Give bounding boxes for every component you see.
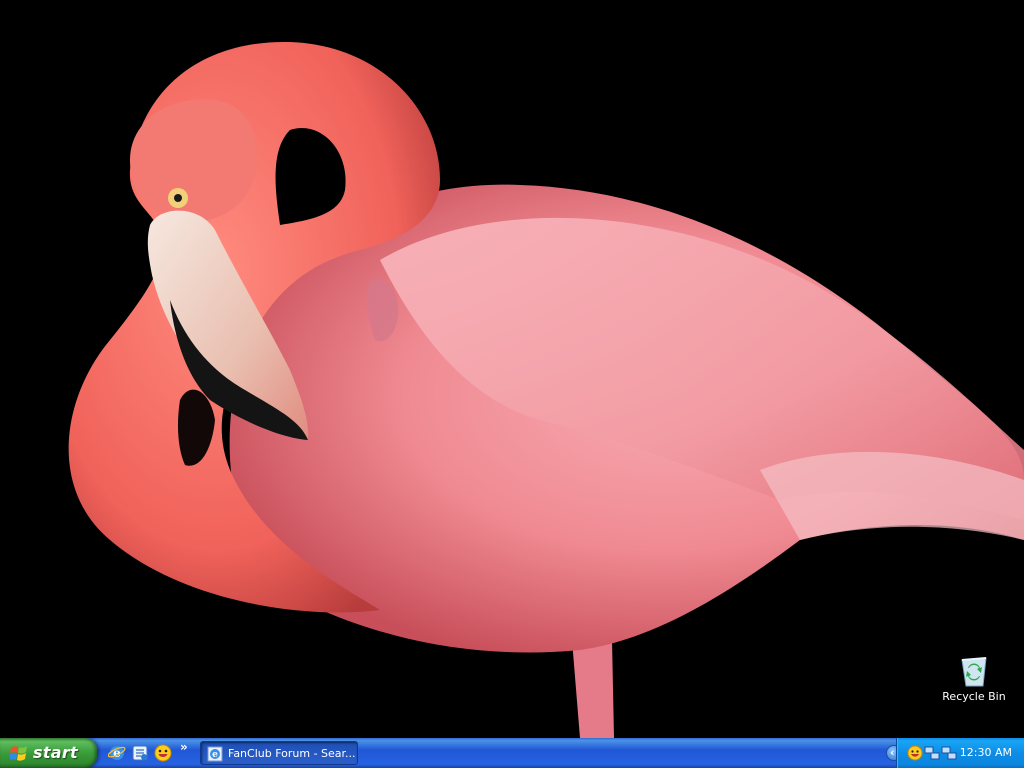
- recycle-bin-icon: [961, 657, 987, 687]
- messenger-smiley-icon[interactable]: [907, 745, 923, 761]
- network-connection-icon[interactable]: [924, 745, 940, 761]
- messenger-smiley-icon[interactable]: [154, 744, 172, 762]
- desktop[interactable]: Recycle Bin: [0, 0, 1024, 738]
- network-connection-icon[interactable]: [941, 745, 957, 761]
- quick-launch-more-button[interactable]: »: [180, 740, 188, 754]
- svg-text:e: e: [212, 750, 218, 760]
- clock[interactable]: 12:30 AM: [960, 746, 1012, 759]
- quick-launch-bar: e »: [104, 738, 196, 768]
- outlook-express-icon[interactable]: [131, 744, 149, 762]
- start-label: start: [33, 743, 79, 762]
- system-tray: 12:30 AM: [896, 738, 1024, 768]
- task-button-fanclub-forum[interactable]: e FanClub Forum - Sear...: [200, 741, 358, 765]
- flamingo-wallpaper: [0, 0, 1024, 738]
- task-button-label: FanClub Forum - Sear...: [228, 747, 356, 760]
- internet-explorer-icon[interactable]: e: [108, 744, 126, 762]
- tray-expand-glyph: ‹: [890, 746, 895, 759]
- windows-flag-icon: [10, 746, 27, 761]
- desktop-icon-label: Recycle Bin: [942, 690, 1006, 703]
- start-button[interactable]: start: [0, 738, 97, 768]
- internet-explorer-icon: e: [207, 746, 223, 762]
- taskbar[interactable]: start e » e FanClub Forum - Sear... ‹ 12…: [0, 738, 1024, 768]
- desktop-icon-recycle-bin[interactable]: Recycle Bin: [934, 654, 1014, 710]
